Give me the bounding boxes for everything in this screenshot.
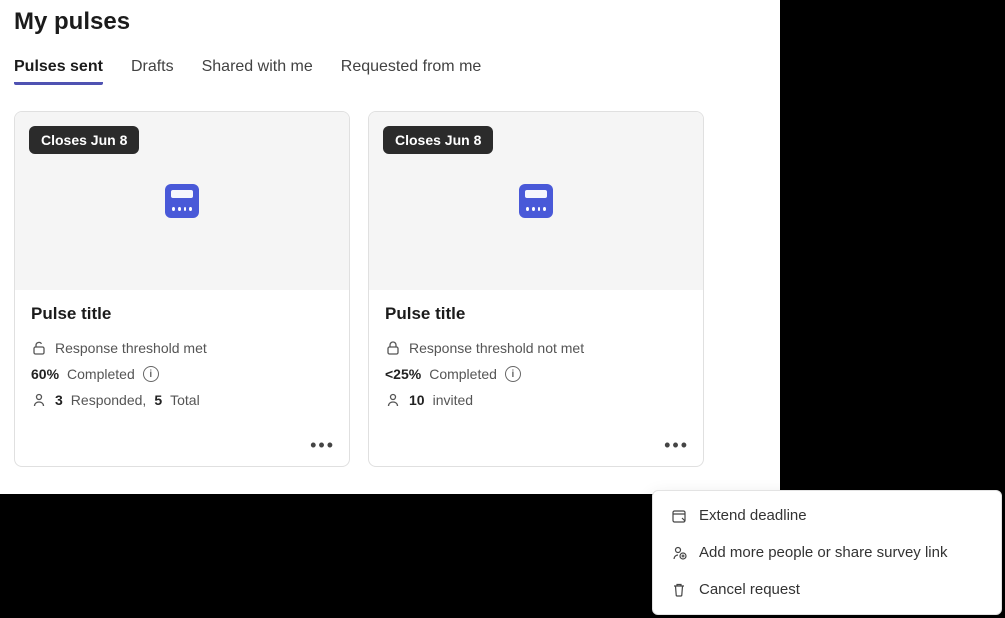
- lock-icon: [385, 340, 401, 356]
- person-add-icon: [671, 545, 687, 561]
- more-button[interactable]: •••: [664, 436, 689, 454]
- completed-pct: 60%: [31, 366, 59, 382]
- menu-extend-deadline[interactable]: Extend deadline: [653, 497, 1001, 534]
- card-title: Pulse title: [31, 304, 333, 324]
- main-content: My pulses Pulses sent Drafts Shared with…: [0, 0, 780, 467]
- pulse-icon: [519, 184, 553, 218]
- completed-row: <25% Completed i: [385, 366, 687, 382]
- calendar-edit-icon: [671, 508, 687, 524]
- tab-shared-with-me[interactable]: Shared with me: [202, 58, 313, 85]
- pulse-card[interactable]: Closes Jun 8 Pulse title Response thresh…: [368, 111, 704, 467]
- total-count: 5: [154, 392, 162, 408]
- card-hero: Closes Jun 8: [15, 112, 349, 290]
- more-button[interactable]: •••: [310, 436, 335, 454]
- threshold-text: Response threshold met: [55, 340, 207, 356]
- tab-drafts[interactable]: Drafts: [131, 58, 174, 85]
- tab-pulses-sent[interactable]: Pulses sent: [14, 58, 103, 85]
- completed-label: Completed: [67, 366, 135, 382]
- card-hero: Closes Jun 8: [369, 112, 703, 290]
- pulse-icon: [165, 184, 199, 218]
- info-icon[interactable]: i: [143, 366, 159, 382]
- completed-row: 60% Completed i: [31, 366, 333, 382]
- page-title: My pulses: [14, 8, 766, 36]
- invited-row: 10 invited: [385, 392, 687, 408]
- total-label: Total: [170, 392, 200, 408]
- context-menu: Extend deadline Add more people or share…: [652, 490, 1002, 615]
- threshold-row: Response threshold not met: [385, 340, 687, 356]
- trash-icon: [671, 582, 687, 598]
- menu-cancel-request[interactable]: Cancel request: [653, 571, 1001, 608]
- closes-badge: Closes Jun 8: [383, 126, 493, 154]
- person-icon: [385, 392, 401, 408]
- completed-pct: <25%: [385, 366, 421, 382]
- threshold-row: Response threshold met: [31, 340, 333, 356]
- completed-label: Completed: [429, 366, 497, 382]
- card-title: Pulse title: [385, 304, 687, 324]
- unlock-icon: [31, 340, 47, 356]
- tabs-bar: Pulses sent Drafts Shared with me Reques…: [14, 58, 766, 85]
- cards-row: Closes Jun 8 Pulse title Response thresh…: [14, 111, 766, 467]
- responded-row: 3 Responded, 5 Total: [31, 392, 333, 408]
- invited-count: 10: [409, 392, 425, 408]
- menu-add-people[interactable]: Add more people or share survey link: [653, 534, 1001, 571]
- tab-requested-from-me[interactable]: Requested from me: [341, 58, 482, 85]
- threshold-text: Response threshold not met: [409, 340, 584, 356]
- closes-badge: Closes Jun 8: [29, 126, 139, 154]
- menu-item-label: Extend deadline: [699, 507, 807, 524]
- responded-count: 3: [55, 392, 63, 408]
- responded-label: Responded,: [71, 392, 147, 408]
- invited-label: invited: [433, 392, 473, 408]
- pulse-card[interactable]: Closes Jun 8 Pulse title Response thresh…: [14, 111, 350, 467]
- card-body: Pulse title Response threshold not met <…: [369, 290, 703, 466]
- menu-item-label: Add more people or share survey link: [699, 544, 947, 561]
- menu-item-label: Cancel request: [699, 581, 800, 598]
- info-icon[interactable]: i: [505, 366, 521, 382]
- card-body: Pulse title Response threshold met 60% C…: [15, 290, 349, 466]
- person-icon: [31, 392, 47, 408]
